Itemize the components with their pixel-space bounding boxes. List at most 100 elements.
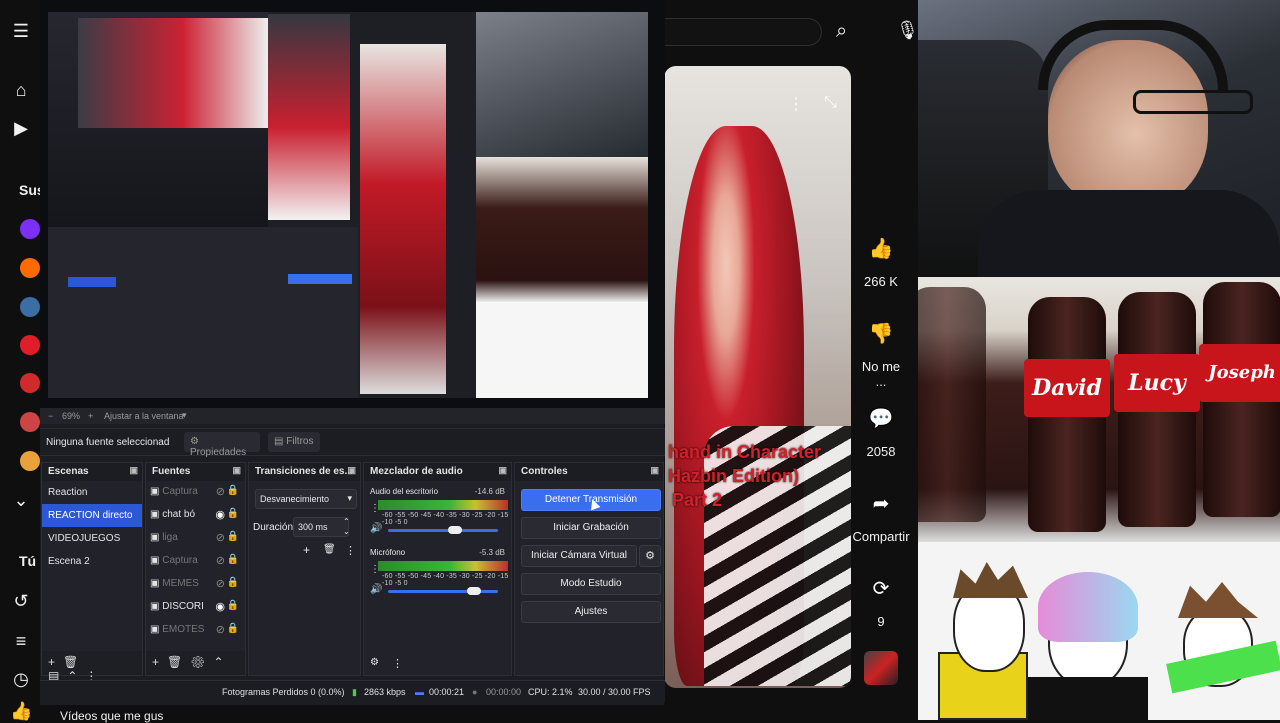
source-item[interactable]: ▣ EMOTES ⊘ 🔒 xyxy=(146,619,245,642)
more-icon[interactable]: ⋮ xyxy=(345,544,356,557)
popout-icon[interactable]: ▣ xyxy=(347,465,356,476)
more-icon[interactable]: ⋮ xyxy=(370,503,380,514)
scene-item[interactable]: VIDEOJUEGOS xyxy=(42,527,142,550)
source-item[interactable]: ▣ Captura ⊘ 🔒 xyxy=(146,550,245,573)
stepper-up-icon[interactable]: ⌃ xyxy=(343,517,350,526)
eye-off-icon[interactable]: ⊘ xyxy=(216,485,225,498)
watch-later-icon[interactable]: ◷ xyxy=(10,668,32,690)
trash-icon[interactable]: 🗑 xyxy=(323,544,336,555)
eye-icon[interactable]: ◉ xyxy=(215,508,225,521)
filters-button[interactable]: ▤ Filtros xyxy=(268,432,320,452)
desktop-volume-slider[interactable] xyxy=(388,526,498,534)
source-item[interactable]: ▣ chat bó ◉ 🔒 xyxy=(146,504,245,527)
thumb-down-icon[interactable]: 👎 xyxy=(861,313,901,353)
channel-avatar[interactable] xyxy=(20,335,40,355)
speaker-icon[interactable]: 🔊 xyxy=(370,523,382,534)
zoom-out-icon[interactable]: − xyxy=(48,411,53,421)
eye-off-icon[interactable]: ⊘ xyxy=(216,531,225,544)
transition-select[interactable]: Desvanecimiento ▾ xyxy=(255,489,357,509)
eye-icon[interactable]: ◉ xyxy=(215,600,225,613)
slider-handle[interactable] xyxy=(447,526,462,534)
eye-off-icon[interactable]: ⊘ xyxy=(216,577,225,590)
scene-item[interactable]: Reaction xyxy=(42,481,142,504)
duration-input[interactable]: 300 ms xyxy=(293,517,349,537)
remix-action[interactable]: ⟳ 9 xyxy=(858,568,904,630)
speaker-icon[interactable]: 🔊 xyxy=(370,584,382,595)
liked-videos-label[interactable]: Vídeos que me gus xyxy=(60,709,163,723)
fit-window-label[interactable]: Ajustar a la ventana xyxy=(104,411,184,421)
lock-icon[interactable]: 🔒 xyxy=(227,623,239,634)
scene-item[interactable]: REACTION directo xyxy=(42,504,142,527)
popout-icon[interactable]: ▣ xyxy=(129,465,138,476)
comments-action[interactable]: 💬 2058 xyxy=(858,398,904,460)
pink-hair xyxy=(1038,572,1138,642)
menu-icon[interactable]: ☰ xyxy=(10,20,32,42)
like-action[interactable]: 👍 266 K xyxy=(858,228,904,290)
chevron-down-icon[interactable]: ▾ xyxy=(182,410,187,421)
source-item[interactable]: ▣ Captura ⊘ 🔒 xyxy=(146,481,245,504)
source-item[interactable]: ▣ liga ⊘ 🔒 xyxy=(146,527,245,550)
gear-icon[interactable]: ⚙ xyxy=(370,657,379,668)
popout-icon[interactable]: ▣ xyxy=(232,465,241,476)
playlist-icon[interactable]: ≡ xyxy=(10,630,32,652)
eye-off-icon[interactable]: ⊘ xyxy=(216,554,225,567)
start-recording-button[interactable]: Iniciar Grabación xyxy=(521,517,661,539)
channel-avatar[interactable] xyxy=(20,412,40,432)
trash-icon[interactable]: 🗑 xyxy=(63,655,86,669)
properties-button[interactable]: ⚙ Propiedades xyxy=(184,432,260,458)
share-action[interactable]: ➦ Compartir xyxy=(851,483,911,545)
home-icon[interactable]: ⌂ xyxy=(10,79,32,101)
shorts-icon[interactable]: ▶ xyxy=(10,117,32,139)
channel-avatar[interactable] xyxy=(20,258,40,278)
more-icon[interactable]: ⋮ xyxy=(392,657,403,670)
settings-button[interactable]: Ajustes xyxy=(521,601,661,623)
you-label[interactable]: Tú xyxy=(19,553,36,569)
add-icon[interactable]: + xyxy=(48,655,63,669)
channel-avatar[interactable] xyxy=(20,451,40,471)
popout-icon[interactable]: ▣ xyxy=(498,465,507,476)
search-input[interactable] xyxy=(662,18,822,46)
add-icon[interactable]: + xyxy=(303,543,310,557)
lock-icon[interactable]: 🔒 xyxy=(227,508,239,519)
channel-thumbnail[interactable] xyxy=(864,651,898,685)
source-item[interactable]: ▣ MEMES ⊘ 🔒 xyxy=(146,573,245,596)
scene-item[interactable]: Escena 2 xyxy=(42,550,142,573)
short-video-player[interactable]: hand in Character Hazbin Edition) Part 2… xyxy=(664,66,851,688)
search-icon[interactable]: ⌕ xyxy=(836,20,862,46)
lock-icon[interactable]: 🔒 xyxy=(227,485,239,496)
remix-icon[interactable]: ⟳ xyxy=(861,568,901,608)
popout-icon[interactable]: ▣ xyxy=(650,465,659,476)
microphone-icon[interactable]: 🎙 xyxy=(896,20,919,46)
source-item[interactable]: ▣ DISCORI ◉ 🔒 xyxy=(146,596,245,619)
lock-icon[interactable]: 🔒 xyxy=(227,577,239,588)
studio-mode-button[interactable]: Modo Estudio xyxy=(521,573,661,595)
dislike-action[interactable]: 👎 No me ... xyxy=(858,313,904,390)
lock-icon[interactable]: 🔒 xyxy=(227,600,239,611)
chevron-down-icon[interactable]: ⌄ xyxy=(10,489,32,511)
more-icon[interactable]: ⋮ xyxy=(370,564,380,575)
fullscreen-icon[interactable]: ⤡ xyxy=(824,94,837,112)
thumb-up-icon[interactable]: 👍 xyxy=(861,228,901,268)
comment-icon[interactable]: 💬 xyxy=(861,398,901,438)
gear-icon[interactable]: ⚙ xyxy=(639,545,661,567)
add-icon[interactable]: + xyxy=(152,655,167,669)
stepper-down-icon[interactable]: ⌄ xyxy=(343,527,350,536)
chevron-up-icon[interactable]: ⌃ xyxy=(213,655,231,669)
microphone-volume-slider[interactable] xyxy=(388,587,498,595)
eye-off-icon[interactable]: ⊘ xyxy=(216,623,225,636)
zoom-in-icon[interactable]: + xyxy=(88,411,93,421)
share-icon[interactable]: ➦ xyxy=(861,483,901,523)
lock-icon[interactable]: 🔒 xyxy=(227,531,239,542)
start-virtual-camera-button[interactable]: Iniciar Cámara Virtual xyxy=(521,545,637,567)
lock-icon[interactable]: 🔒 xyxy=(227,554,239,565)
gear-icon[interactable]: ⚙ xyxy=(190,655,213,669)
trash-icon[interactable]: 🗑 xyxy=(167,655,190,669)
channel-avatar[interactable] xyxy=(20,373,40,393)
stream-preview-canvas[interactable] xyxy=(48,12,648,398)
more-options-icon[interactable]: ⋮ xyxy=(788,94,804,114)
channel-avatar[interactable] xyxy=(20,219,40,239)
history-icon[interactable]: ↺ xyxy=(10,590,32,612)
channel-avatar[interactable] xyxy=(20,297,40,317)
like-icon[interactable]: 👍 xyxy=(10,700,32,722)
slider-handle[interactable] xyxy=(466,587,481,595)
